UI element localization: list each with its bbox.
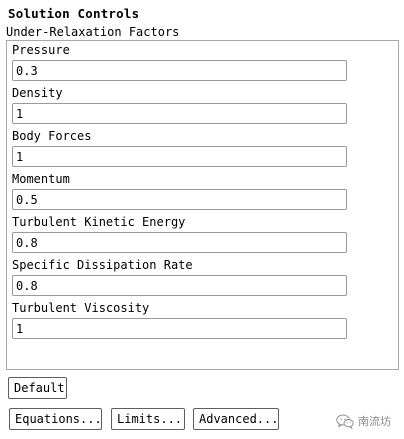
field-pressure: Pressure: [12, 43, 352, 81]
field-momentum: Momentum: [12, 172, 352, 210]
specific-dissipation-rate-input[interactable]: [12, 275, 347, 296]
turbulent-viscosity-input[interactable]: [12, 318, 347, 339]
density-input[interactable]: [12, 103, 347, 124]
body-forces-input[interactable]: [12, 146, 347, 167]
field-label-specific-dissipation-rate: Specific Dissipation Rate: [12, 258, 193, 272]
panel-title: Solution Controls: [8, 6, 140, 21]
wechat-logo-icon: [336, 413, 354, 429]
field-label-momentum: Momentum: [12, 172, 70, 186]
field-body-forces: Body Forces: [12, 129, 352, 167]
pressure-input[interactable]: [12, 60, 347, 81]
field-label-body-forces: Body Forces: [12, 129, 92, 143]
field-label-density: Density: [12, 86, 63, 100]
momentum-input[interactable]: [12, 189, 347, 210]
field-specific-dissipation-rate: Specific Dissipation Rate: [12, 258, 352, 296]
group-label: Under-Relaxation Factors: [6, 25, 180, 39]
equations-button[interactable]: Equations...: [9, 408, 102, 430]
field-density: Density: [12, 86, 352, 124]
field-label-turbulent-viscosity: Turbulent Viscosity: [12, 301, 150, 315]
default-button[interactable]: Default: [8, 377, 67, 399]
field-label-turbulent-kinetic-energy: Turbulent Kinetic Energy: [12, 215, 186, 229]
field-turbulent-viscosity: Turbulent Viscosity: [12, 301, 352, 339]
turbulent-kinetic-energy-input[interactable]: [12, 232, 347, 253]
watermark-text: 南流坊: [358, 415, 391, 428]
field-label-pressure: Pressure: [12, 43, 70, 57]
advanced-button[interactable]: Advanced...: [193, 408, 279, 430]
field-turbulent-kinetic-energy: Turbulent Kinetic Energy: [12, 215, 352, 253]
watermark: 南流坊: [336, 413, 391, 429]
limits-button[interactable]: Limits...: [111, 408, 185, 430]
